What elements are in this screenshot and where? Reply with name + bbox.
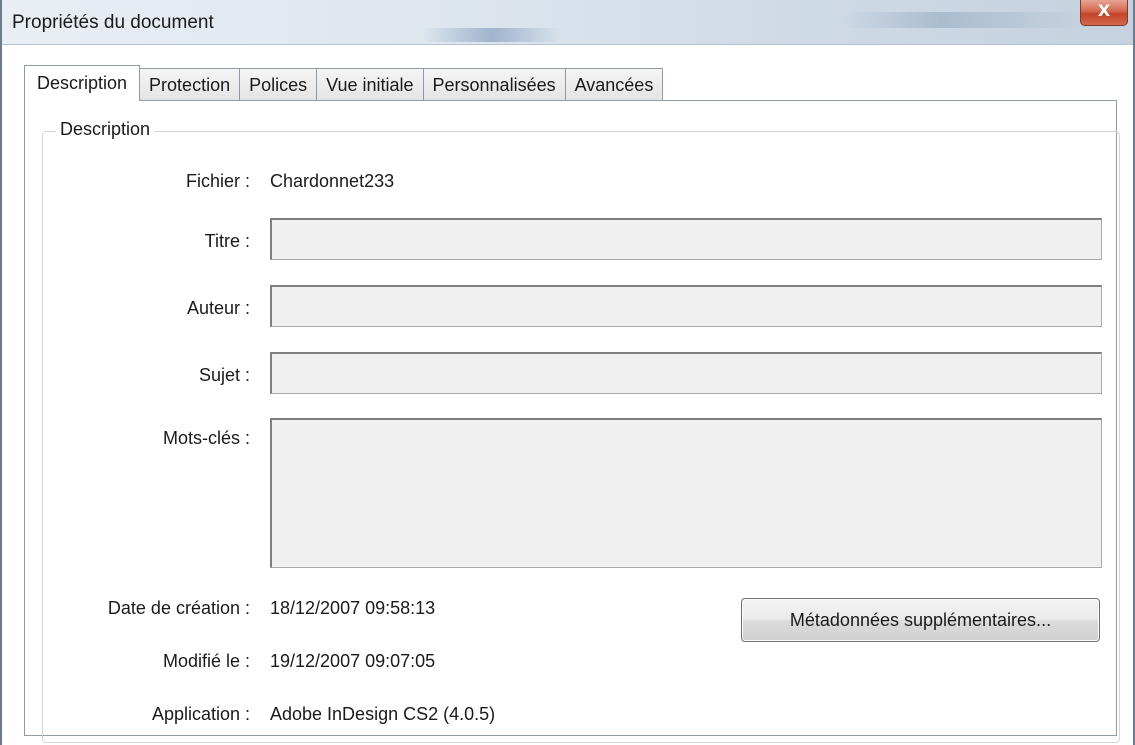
button-label: Métadonnées supplémentaires... — [789, 610, 1052, 630]
close-icon: X — [1097, 1, 1111, 20]
title-field[interactable] — [270, 218, 1102, 260]
subject-field[interactable] — [270, 352, 1102, 394]
tab-label: Personnalisées — [432, 75, 556, 95]
close-button[interactable]: X — [1080, 0, 1128, 26]
tab-strip: Description Protection Polices Vue initi… — [24, 65, 664, 101]
title-label: Titre : — [204, 231, 250, 251]
tab-custom[interactable]: Personnalisées — [422, 68, 566, 100]
author-field[interactable] — [270, 285, 1102, 327]
tab-fonts[interactable]: Polices — [239, 68, 318, 100]
file-value: Chardonnet233 — [270, 171, 395, 191]
properties-dialog: Propriétés du document X Description Pro… — [0, 0, 1135, 745]
creation-date-value: 18/12/2007 09:58:13 — [270, 598, 436, 618]
groupbox-title: Description — [56, 119, 155, 140]
file-label: Fichier : — [185, 171, 250, 191]
application-value: Adobe InDesign CS2 (4.0.5) — [270, 704, 496, 724]
tab-protection[interactable]: Protection — [139, 68, 241, 100]
tab-label: Avancées — [574, 75, 654, 95]
title-bar-background-blur — [422, 28, 562, 42]
tab-description[interactable]: Description — [24, 65, 141, 101]
title-bar[interactable]: Propriétés du document X — [2, 0, 1133, 45]
tab-initial-view[interactable]: Vue initiale — [316, 68, 424, 100]
subject-label: Sujet : — [198, 365, 250, 385]
tab-label: Polices — [249, 75, 308, 95]
tab-label: Vue initiale — [326, 75, 414, 95]
application-label: Application : — [151, 704, 250, 724]
tab-label: Description — [37, 73, 128, 93]
modified-date-value: 19/12/2007 09:07:05 — [270, 651, 436, 671]
additional-metadata-button[interactable]: Métadonnées supplémentaires... — [741, 598, 1100, 642]
tab-advanced[interactable]: Avancées — [564, 68, 664, 100]
modified-date-label: Modifié le : — [162, 651, 250, 671]
window-title: Propriétés du document — [12, 12, 214, 33]
author-label: Auteur : — [186, 298, 250, 318]
tab-label: Protection — [149, 75, 231, 95]
creation-date-label: Date de création : — [107, 598, 250, 618]
title-bar-background-blur — [842, 12, 1092, 28]
keywords-label: Mots-clés : — [162, 428, 250, 448]
keywords-field[interactable] — [270, 418, 1102, 568]
